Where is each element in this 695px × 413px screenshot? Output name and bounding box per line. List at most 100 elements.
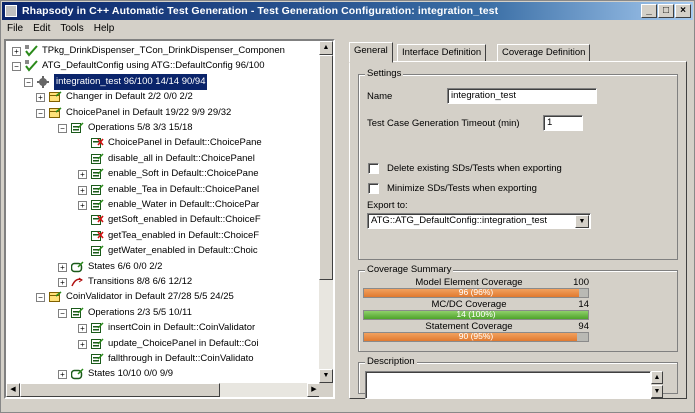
model-tree[interactable]: + TPkg_DrinkDispenser_TCon_DrinkDispenser… <box>4 39 335 399</box>
states-icon <box>70 261 84 273</box>
tree-item-label: Operations 5/8 3/3 15/18 <box>88 122 193 133</box>
timeout-input[interactable]: 1 <box>543 115 583 131</box>
settings-group: Settings Name integration_test Test Case… <box>358 68 678 260</box>
tree-item-label: Changer in Default 2/2 0/0 2/2 <box>66 91 193 103</box>
operation-icon <box>91 338 104 350</box>
description-scroll-up[interactable]: ▲ <box>651 371 663 384</box>
operation-icon <box>91 353 104 365</box>
settings-legend: Settings <box>365 68 404 79</box>
scroll-thumb[interactable] <box>319 55 333 280</box>
coverage-progress-bar: 96 (96%) <box>363 288 589 298</box>
operation-icon <box>91 168 104 180</box>
coverage-progress-bar: 90 (95%) <box>363 332 589 342</box>
tool-check-icon <box>25 60 38 72</box>
collapse-icon[interactable]: − <box>58 308 67 318</box>
delete-existing-checkbox[interactable] <box>368 163 379 174</box>
expand-icon[interactable]: + <box>78 170 87 180</box>
coverage-summary-group: Coverage Summary Model Element Coverage 1… <box>358 264 678 352</box>
coverage-progress-text: 96 (96%) <box>458 288 494 297</box>
tree-item-label: insertCoin in Default::CoinValidator <box>108 322 256 334</box>
tree-item-label: getSoft_enabled in Default::ChoiceF <box>108 214 261 226</box>
name-input[interactable]: integration_test <box>447 88 597 104</box>
collapse-icon[interactable]: − <box>24 77 33 87</box>
menu-file[interactable]: File <box>2 21 28 36</box>
operation-icon <box>71 307 84 319</box>
general-tab-body: Settings Name integration_test Test Case… <box>349 61 687 399</box>
coverage-label: MC/DC Coverage <box>431 299 507 310</box>
menu-tools[interactable]: Tools <box>55 21 88 36</box>
maximize-button[interactable]: □ <box>658 4 674 18</box>
menu-edit[interactable]: Edit <box>28 21 55 36</box>
scroll-up-button[interactable]: ▲ <box>319 41 333 55</box>
operation-icon <box>91 153 104 165</box>
configuration-panel: General Interface Definition Coverage De… <box>344 41 690 401</box>
tab-coverage-definition[interactable]: Coverage Definition <box>497 44 591 62</box>
tree-item-label: integration_test 96/100 14/14 90/94 <box>54 73 208 90</box>
menu-bar: File Edit Tools Help <box>2 21 693 38</box>
window-title: Rhapsody in C++ Automatic Test Generatio… <box>22 5 499 17</box>
collapse-icon[interactable]: − <box>58 124 67 133</box>
expand-icon[interactable]: + <box>78 185 87 195</box>
collapse-icon[interactable]: − <box>36 293 45 303</box>
app-icon <box>5 5 17 17</box>
minimize-label: Minimize SDs/Tests when exporting <box>387 183 537 194</box>
coverage-total: 14 <box>578 299 589 310</box>
tree-item-label: TPkg_DrinkDispenser_TCon_DrinkDispenser_… <box>42 45 285 56</box>
states-icon <box>70 368 84 380</box>
tree-item-label: Operations 2/3 5/5 10/11 <box>88 306 192 318</box>
main-window: Rhapsody in C++ Automatic Test Generatio… <box>0 0 695 413</box>
operation-red-icon <box>91 230 104 242</box>
description-scroll-down[interactable]: ▼ <box>651 385 663 398</box>
expand-icon[interactable]: + <box>58 278 67 287</box>
tree-item-label: enable_Soft in Default::ChoicePane <box>108 168 259 180</box>
tree-item-label: enable_Tea in Default::ChoicePanel <box>108 183 260 195</box>
expand-icon[interactable]: + <box>58 262 67 272</box>
coverage-label: Statement Coverage <box>425 321 513 332</box>
operation-red-icon <box>91 137 104 149</box>
class-icon <box>49 107 62 119</box>
export-combobox[interactable]: ATG::ATG_DefaultConfig::integration_test… <box>367 213 591 229</box>
hscroll-thumb[interactable] <box>20 383 220 397</box>
chevron-down-icon[interactable]: ▼ <box>575 215 589 228</box>
tab-interface-definition[interactable]: Interface Definition <box>397 44 487 62</box>
horizontal-scrollbar[interactable]: ◀ ▶ <box>6 383 321 397</box>
collapse-icon[interactable]: − <box>36 108 45 118</box>
expand-icon[interactable]: + <box>78 339 87 349</box>
tool-check-icon <box>25 45 38 57</box>
expand-icon[interactable]: + <box>78 324 87 334</box>
close-button[interactable]: × <box>675 4 691 18</box>
scroll-corner <box>319 383 333 397</box>
tab-general[interactable]: General <box>349 42 393 63</box>
tree-item-label: ChoicePanel in Default 19/22 9/9 29/32 <box>66 106 232 118</box>
expand-icon[interactable]: + <box>12 47 21 56</box>
coverage-label: Model Element Coverage <box>415 277 523 288</box>
coverage-progress-text: 90 (95%) <box>458 332 494 341</box>
coverage-progress-bar: 14 (100%) <box>363 310 589 320</box>
tree-item-label: States 10/10 0/0 9/9 <box>88 368 174 380</box>
expand-icon[interactable]: + <box>36 93 45 103</box>
minimize-button[interactable]: _ <box>641 4 657 18</box>
operation-icon <box>91 184 104 196</box>
tree-item-label: Transitions 8/8 6/6 12/12 <box>88 276 193 287</box>
operation-red-icon <box>91 214 104 226</box>
title-bar[interactable]: Rhapsody in C++ Automatic Test Generatio… <box>2 2 693 20</box>
expand-icon[interactable]: + <box>58 370 67 380</box>
coverage-total: 94 <box>578 321 589 332</box>
tree-item-label: CoinValidator in Default 27/28 5/5 24/25 <box>66 291 234 303</box>
timeout-label: Test Case Generation Timeout (min) <box>367 118 520 129</box>
tree-item-label: getWater_enabled in Default::Choic <box>108 245 258 257</box>
transition-icon <box>71 276 84 288</box>
delete-existing-label: Delete existing SDs/Tests when exporting <box>387 163 562 174</box>
collapse-icon[interactable]: − <box>12 62 21 72</box>
tree-item-label: getTea_enabled in Default::ChoiceF <box>108 229 260 241</box>
minimize-checkbox[interactable] <box>368 183 379 194</box>
scroll-down-button[interactable]: ▼ <box>319 369 333 383</box>
expand-icon[interactable]: + <box>78 201 87 210</box>
scroll-left-button[interactable]: ◀ <box>6 383 20 397</box>
menu-help[interactable]: Help <box>89 21 120 36</box>
description-input[interactable] <box>365 371 651 399</box>
operation-icon <box>71 122 84 134</box>
vertical-scrollbar[interactable]: ▲ ▼ <box>319 41 333 383</box>
gear-icon <box>37 75 50 88</box>
export-label: Export to: <box>367 200 408 211</box>
